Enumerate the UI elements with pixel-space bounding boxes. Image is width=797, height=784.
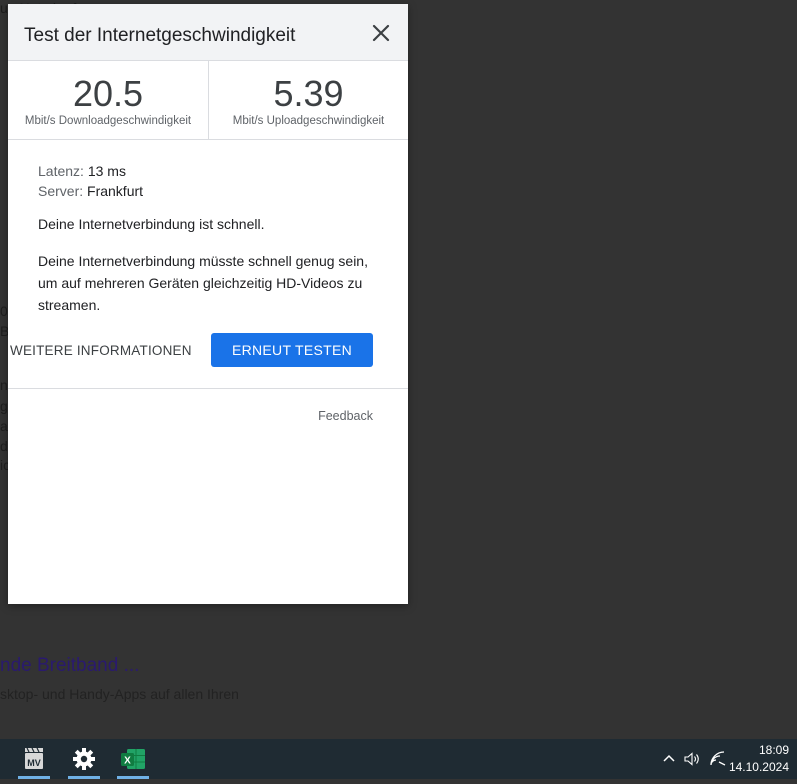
background-text-fragment: n (0, 377, 8, 393)
system-clock[interactable]: 18:09 14.10.2024 (729, 742, 789, 776)
background-text-fragment: g (0, 398, 8, 414)
taskbar-app-movavi[interactable]: MV (14, 739, 54, 779)
server-key: Server: (38, 183, 84, 199)
speed-results: 20.5 Mbit/s Downloadgeschwindigkeit 5.39… (8, 61, 408, 140)
dialog-header: Test der Internetgeschwindigkeit (8, 4, 408, 61)
connection-description: Deine Internetverbindung müsste schnell … (38, 253, 368, 313)
upload-speed-label: Mbit/s Uploadgeschwindigkeit (232, 115, 385, 127)
feedback-link[interactable]: Feedback (318, 409, 373, 423)
taskbar-app-excel[interactable]: X (113, 739, 153, 779)
taskbar-app-label: MV (27, 758, 41, 768)
more-info-link[interactable]: WEITERE INFORMATIONEN (10, 343, 192, 358)
download-speed-value: 20.5 (72, 73, 144, 114)
close-button[interactable] (368, 20, 394, 46)
divider (8, 388, 408, 389)
chevron-up-icon (663, 754, 675, 762)
background-text-fragment: 0 (0, 303, 8, 319)
taskbar-app-label: X (124, 756, 131, 767)
show-hidden-icons-button[interactable] (659, 749, 679, 769)
download-speed-label: Mbit/s Downloadgeschwindigkeit (24, 115, 192, 127)
server-value: Frankfurt (87, 183, 144, 199)
network-button[interactable] (708, 749, 728, 769)
clock-time: 18:09 (758, 743, 789, 757)
close-icon (372, 24, 390, 42)
download-speed: 20.5 Mbit/s Downloadgeschwindigkeit (8, 61, 209, 139)
volume-button[interactable] (682, 749, 702, 769)
connection-details: Latenz: 13 ms Server: Frankfurt (38, 161, 388, 201)
background-text-fragment: d (0, 438, 8, 454)
upload-speed-value: 5.39 (273, 73, 344, 114)
excel-icon: X (121, 749, 145, 769)
server-row: Server: Frankfurt (38, 181, 388, 201)
latency-key: Latenz: (38, 163, 84, 179)
latency-value: 13 ms (87, 163, 126, 179)
wifi-icon (710, 751, 726, 766)
background-text-fragment: a (0, 418, 8, 434)
movavi-video-icon: MV (25, 747, 43, 769)
taskbar-app-settings[interactable] (64, 739, 104, 779)
speed-test-dialog: Test der Internetgeschwindigkeit 20.5 Mb… (8, 4, 408, 604)
taskbar: MV X 18:09 14.10.2024 (0, 739, 797, 779)
settings-gear-icon (73, 748, 95, 770)
dialog-title: Test der Internetgeschwindigkeit (24, 25, 296, 46)
volume-icon (684, 752, 699, 766)
background-result-link: nde Breitband ... (0, 655, 140, 676)
upload-speed: 5.39 Mbit/s Uploadgeschwindigkeit (209, 61, 408, 139)
clock-date: 14.10.2024 (728, 760, 789, 774)
latency-row: Latenz: 13 ms (38, 161, 388, 181)
background-result-snippet: sktop- und Handy-Apps auf allen Ihren (0, 686, 239, 702)
retest-button[interactable]: ERNEUT TESTEN (211, 333, 373, 367)
connection-status: Deine Internetverbindung ist schnell. (38, 216, 265, 232)
